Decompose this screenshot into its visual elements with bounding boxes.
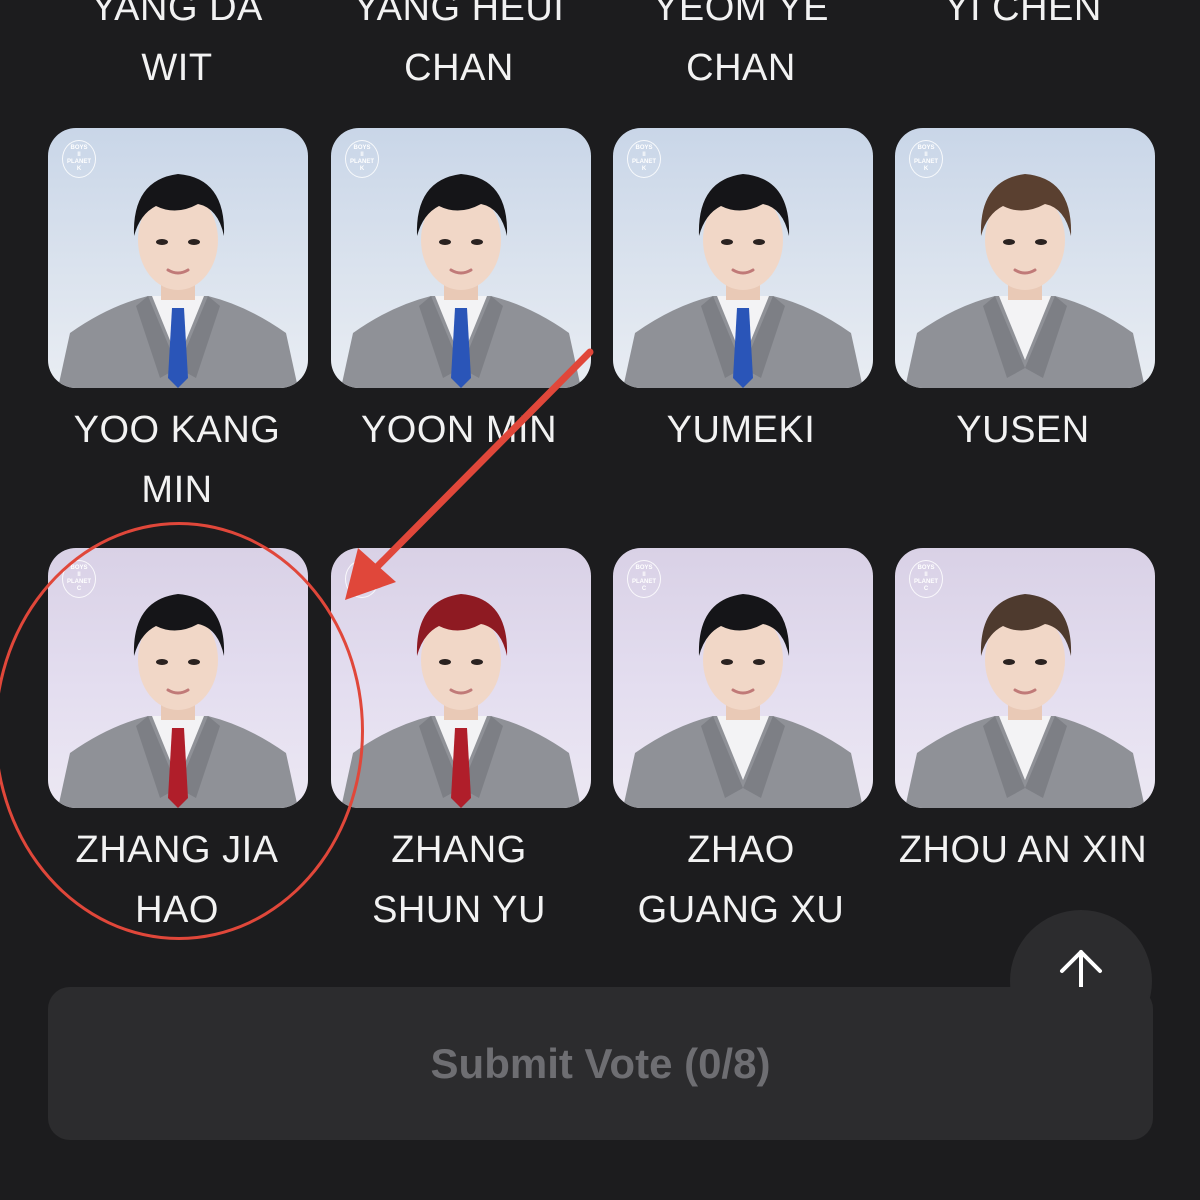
candidate-name: YOO KANG MIN [73, 409, 281, 511]
submit-vote-button[interactable]: Submit Vote (0/8) [48, 987, 1153, 1140]
candidate-name: YUSEN [956, 409, 1090, 451]
candidate-name: YOON MIN [360, 409, 558, 451]
candidate-card[interactable]: BOYS II PLANET C [331, 548, 591, 808]
candidate-name: YANG HEUI CHAN [353, 0, 565, 89]
candidate-name: ZHAO GUANG XU [637, 829, 845, 931]
top-name-row: YANG DA WIT YANG HEUI CHAN YEOM YE CHAN … [0, 0, 1200, 98]
boys-planet-logo: BOYS II PLANET C [909, 560, 943, 598]
submit-vote-label: Submit Vote (0/8) [430, 1039, 771, 1087]
candidate-name: YANG DA WIT [91, 0, 263, 89]
candidate-card[interactable]: BOYS II PLANET K [895, 128, 1155, 388]
candidate-card[interactable]: BOYS II PLANET C [48, 548, 308, 808]
candidate-name: ZHANG SHUN YU [372, 829, 546, 931]
boys-planet-logo: BOYS II PLANET C [627, 560, 661, 598]
boys-planet-logo: BOYS II PLANET K [909, 140, 943, 178]
candidate-card[interactable]: BOYS II PLANET K [48, 128, 308, 388]
candidate-card[interactable]: BOYS II PLANET C [613, 548, 873, 808]
candidate-name: YEOM YE CHAN [653, 0, 829, 89]
boys-planet-logo: BOYS II PLANET K [62, 140, 96, 178]
boys-planet-logo: BOYS II PLANET C [345, 560, 379, 598]
candidate-name: ZHOU AN XIN [898, 829, 1148, 871]
candidate-name: YUMEKI [666, 409, 816, 451]
candidate-card[interactable]: BOYS II PLANET K [331, 128, 591, 388]
candidate-card[interactable]: BOYS II PLANET C [895, 548, 1155, 808]
candidate-name: YI CHEN [944, 0, 1102, 29]
boys-planet-logo: BOYS II PLANET K [627, 140, 661, 178]
boys-planet-logo: BOYS II PLANET K [345, 140, 379, 178]
boys-planet-logo: BOYS II PLANET C [62, 560, 96, 598]
candidate-name: ZHANG JIA HAO [75, 829, 279, 931]
candidate-card[interactable]: BOYS II PLANET K [613, 128, 873, 388]
